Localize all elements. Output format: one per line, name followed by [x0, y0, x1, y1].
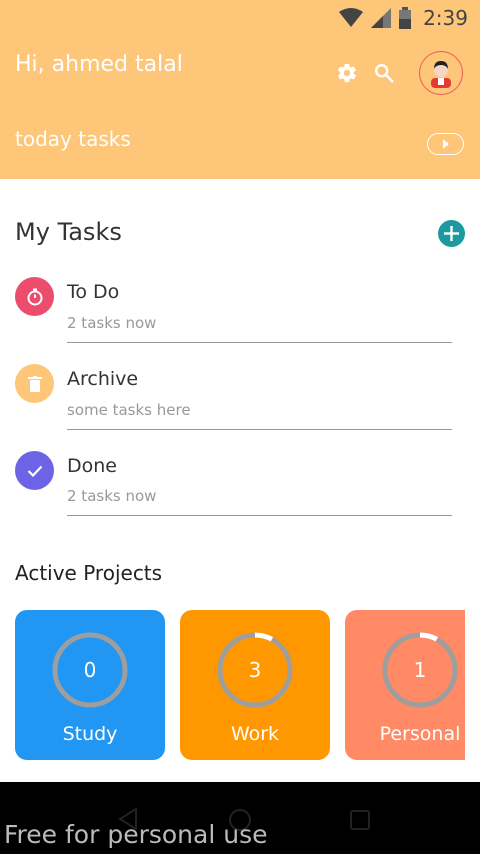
task-icon-circle [15, 277, 54, 316]
project-card-work[interactable]: 3 Work [180, 610, 330, 760]
project-label: Work [230, 723, 280, 745]
task-subtitle: some tasks here [67, 401, 191, 419]
stopwatch-icon [27, 288, 42, 305]
divider [67, 342, 452, 343]
task-icon-circle [15, 364, 54, 403]
task-title: Done [67, 455, 117, 477]
task-icon-circle [15, 451, 54, 490]
clock: 2:39 [423, 6, 468, 30]
task-title: To Do [67, 281, 120, 303]
active-projects-title: Active Projects [15, 561, 163, 585]
check-icon [27, 465, 42, 477]
task-item-todo[interactable]: To Do 2 tasks now [0, 277, 480, 357]
divider [67, 429, 452, 430]
task-subtitle: 2 tasks now [67, 314, 157, 332]
project-count: 0 [83, 658, 97, 682]
wifi-icon [339, 8, 364, 27]
battery-icon [399, 7, 412, 29]
task-item-archive[interactable]: Archive some tasks here [0, 364, 480, 444]
user-avatar-icon [431, 61, 451, 88]
project-cards: 0 Study 3 Work 1 Personal [0, 610, 465, 760]
trash-icon [27, 375, 42, 392]
signal-icon [371, 8, 392, 28]
project-card-study[interactable]: 0 Study [15, 610, 165, 760]
search-icon[interactable] [373, 62, 395, 84]
project-label: Study [62, 723, 118, 745]
plus-icon [444, 226, 459, 241]
divider [67, 515, 452, 516]
project-card-personal[interactable]: 1 Personal [345, 610, 465, 760]
today-tasks-label: today tasks [15, 127, 131, 151]
today-tasks-button[interactable] [427, 133, 464, 155]
project-count: 3 [248, 658, 262, 682]
play-arrow-icon [442, 139, 449, 149]
task-subtitle: 2 tasks now [67, 487, 157, 505]
status-bar: 2:39 [0, 0, 480, 36]
recents-icon[interactable] [350, 810, 370, 830]
watermark-text: Free for personal use [4, 820, 268, 849]
task-item-done[interactable]: Done 2 tasks now [0, 451, 480, 531]
add-task-button[interactable] [438, 220, 465, 247]
app-header: 2:39 Hi, ahmed talal today tasks [0, 0, 480, 179]
gear-icon[interactable] [336, 62, 358, 84]
project-count: 1 [413, 658, 427, 682]
my-tasks-title: My Tasks [15, 218, 122, 246]
task-title: Archive [67, 368, 139, 390]
avatar[interactable] [419, 51, 463, 95]
greeting-text: Hi, ahmed talal [15, 52, 183, 77]
project-label: Personal [379, 723, 461, 745]
